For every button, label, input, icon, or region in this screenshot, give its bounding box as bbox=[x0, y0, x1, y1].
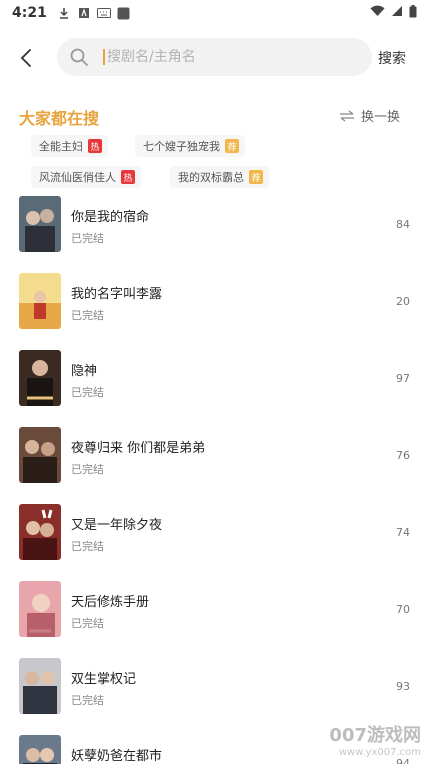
drama-status: 已完结 bbox=[71, 540, 104, 553]
drama-title: 又是一年除夕夜 bbox=[71, 518, 163, 533]
battery-icon bbox=[409, 4, 417, 22]
wifi-icon bbox=[370, 5, 385, 21]
tag-label: 七个嫂子独宠我 bbox=[143, 140, 220, 153]
episode-count: 94 bbox=[396, 757, 410, 764]
refresh-button[interactable]: 换一换 bbox=[339, 106, 400, 125]
recommend-badge: 荐 bbox=[225, 139, 239, 153]
episode-count: 93 bbox=[396, 680, 410, 693]
drama-cover bbox=[19, 273, 61, 329]
drama-title: 夜尊归来 你们都是弟弟 bbox=[71, 441, 206, 456]
hot-search-title: 大家都在搜 bbox=[19, 109, 100, 128]
tag-label: 我的双标霸总 bbox=[178, 171, 244, 184]
drama-cover bbox=[19, 658, 61, 714]
chevron-left-icon bbox=[20, 49, 31, 67]
result-item[interactable]: 又是一年除夕夜 已完结 74 bbox=[0, 504, 429, 564]
search-icon bbox=[70, 48, 88, 66]
signal-icon bbox=[391, 5, 403, 21]
hot-tag[interactable]: 我的双标霸总 荐 bbox=[170, 166, 269, 188]
drama-status: 已完结 bbox=[71, 386, 104, 399]
result-item[interactable]: 隐神 已完结 97 bbox=[0, 350, 429, 410]
episode-count: 20 bbox=[396, 295, 410, 308]
keyboard-icon bbox=[96, 6, 111, 20]
refresh-label: 换一换 bbox=[361, 110, 401, 125]
download-icon bbox=[57, 6, 71, 20]
episode-count: 76 bbox=[396, 449, 410, 462]
result-item[interactable]: 你是我的宿命 已完结 84 bbox=[0, 196, 429, 256]
app-square-icon bbox=[117, 6, 131, 20]
status-right bbox=[370, 4, 417, 22]
drama-status: 已完结 bbox=[71, 232, 104, 245]
drama-status: 已完结 bbox=[71, 463, 104, 476]
tag-label: 全能主妇 bbox=[39, 140, 83, 153]
watermark-brand: 007游戏网 bbox=[329, 725, 421, 746]
hot-tag[interactable]: 七个嫂子独宠我 荐 bbox=[135, 135, 245, 157]
drama-title: 妖孽奶爸在都市 bbox=[71, 749, 163, 764]
result-item[interactable]: 夜尊归来 你们都是弟弟 已完结 76 bbox=[0, 427, 429, 487]
search-header: 搜索 bbox=[0, 38, 429, 78]
back-button[interactable] bbox=[14, 46, 38, 70]
search-input[interactable] bbox=[103, 49, 333, 65]
status-time: 4:21 bbox=[12, 5, 47, 21]
result-item[interactable]: 双生掌权记 已完结 93 bbox=[0, 658, 429, 718]
drama-title: 隐神 bbox=[71, 364, 98, 379]
hot-badge: 热 bbox=[88, 139, 102, 153]
episode-count: 70 bbox=[396, 603, 410, 616]
drama-status: 已完结 bbox=[71, 617, 104, 630]
drama-cover bbox=[19, 427, 61, 483]
drama-status: 已完结 bbox=[71, 309, 104, 322]
result-item[interactable]: 我的名字叫李露 已完结 20 bbox=[0, 273, 429, 333]
drama-cover bbox=[19, 581, 61, 637]
drama-title: 双生掌权记 bbox=[71, 672, 137, 687]
hot-badge: 热 bbox=[121, 170, 135, 184]
watermark-url: www.yx007.com bbox=[338, 747, 421, 758]
episode-count: 74 bbox=[396, 526, 410, 539]
search-button[interactable]: 搜索 bbox=[378, 48, 406, 68]
status-bar: 4:21 bbox=[0, 0, 429, 26]
drama-title: 天后修炼手册 bbox=[71, 595, 150, 610]
drama-status: 已完结 bbox=[71, 694, 104, 707]
drama-title: 我的名字叫李露 bbox=[71, 287, 163, 302]
search-box[interactable] bbox=[57, 38, 372, 76]
hot-tag[interactable]: 全能主妇 热 bbox=[31, 135, 108, 157]
episode-count: 97 bbox=[396, 372, 410, 385]
drama-cover bbox=[19, 350, 61, 406]
hot-tag[interactable]: 风流仙医俏佳人 热 bbox=[31, 166, 141, 188]
swap-icon bbox=[340, 110, 354, 121]
recommend-badge: 荐 bbox=[249, 170, 263, 184]
tag-label: 风流仙医俏佳人 bbox=[39, 171, 116, 184]
drama-title: 你是我的宿命 bbox=[71, 210, 150, 225]
app-a-icon bbox=[77, 6, 91, 20]
drama-cover bbox=[19, 196, 61, 252]
drama-cover bbox=[19, 504, 61, 560]
drama-cover bbox=[19, 735, 61, 764]
watermark: 007游戏网 www.yx007.com bbox=[329, 721, 421, 758]
result-item[interactable]: 天后修炼手册 已完结 70 bbox=[0, 581, 429, 641]
episode-count: 84 bbox=[396, 218, 410, 231]
